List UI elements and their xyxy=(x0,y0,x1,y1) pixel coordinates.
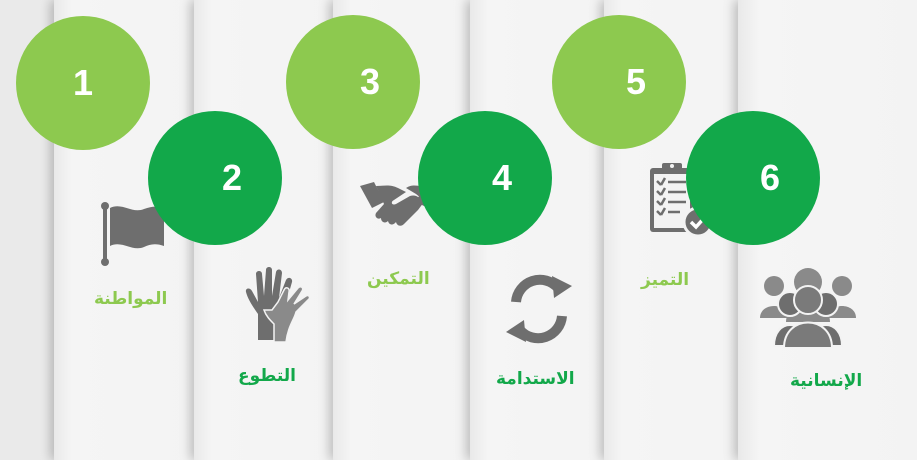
step-3-number: 3 xyxy=(359,61,381,102)
recycle-arrows-icon xyxy=(506,274,572,344)
step-3-number-circle: 3 xyxy=(286,15,420,149)
step-5-number-circle: 5 xyxy=(552,15,686,149)
step-4-number-circle: 4 xyxy=(418,111,552,245)
step-1-label: المواطنة xyxy=(94,289,168,309)
steps-diagram: 1 المواطنة 2 التطوع 3 التمكين 4 الاستدام… xyxy=(0,0,917,460)
step-4-label: الاستدامة xyxy=(496,369,575,389)
step-5-label: التميز xyxy=(641,270,690,290)
step-4-number: 4 xyxy=(491,157,513,198)
step-3-label: التمكين xyxy=(367,269,430,289)
step-6-number-circle: 6 xyxy=(686,111,820,245)
step-5-number: 5 xyxy=(625,61,647,102)
step-2-number: 2 xyxy=(221,157,243,198)
group-people-icon xyxy=(760,268,856,348)
step-6-number: 6 xyxy=(759,157,781,198)
step-1-number: 1 xyxy=(72,62,94,103)
step-2-number-circle: 2 xyxy=(148,111,282,245)
hands-icon xyxy=(245,267,311,342)
step-6-label: الإنسانية xyxy=(790,371,863,391)
step-2-label: التطوع xyxy=(238,366,296,386)
step-1-number-circle: 1 xyxy=(16,16,150,150)
